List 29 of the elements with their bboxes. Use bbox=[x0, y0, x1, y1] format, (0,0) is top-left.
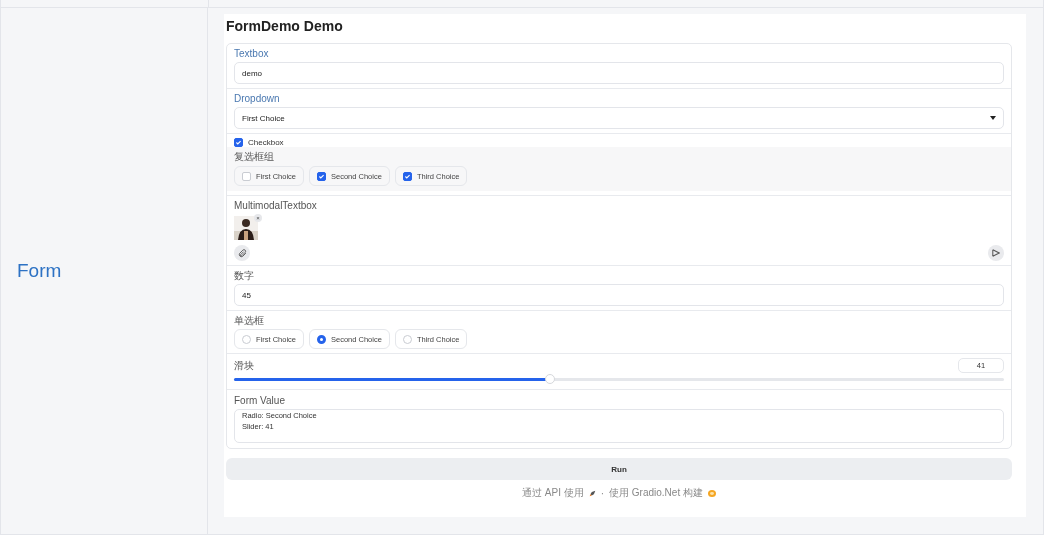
field-label: 复选框组 bbox=[234, 151, 275, 162]
checkbox-label: Checkbox bbox=[248, 138, 284, 147]
send-icon bbox=[992, 249, 1000, 257]
separator: · bbox=[600, 487, 605, 499]
send-button[interactable] bbox=[988, 245, 1004, 261]
checkbox[interactable] bbox=[402, 171, 412, 181]
rocket-icon bbox=[588, 489, 596, 497]
dropdown[interactable]: First Choice bbox=[234, 107, 1004, 129]
run-button[interactable]: Run bbox=[226, 458, 1012, 480]
number-field[interactable]: 45 bbox=[234, 284, 1004, 306]
built-with-link[interactable]: 使用 Gradio.Net 构建 bbox=[609, 486, 703, 500]
api-link[interactable]: 通过 API 使用 bbox=[522, 486, 584, 500]
field-label: 数字 bbox=[234, 270, 255, 281]
checkbox[interactable] bbox=[317, 171, 326, 181]
field-label: 单选框 bbox=[234, 315, 265, 326]
logo-icon bbox=[707, 489, 716, 497]
text-field[interactable]: demo bbox=[234, 62, 1004, 84]
paperclip-icon bbox=[237, 248, 247, 258]
caret-icon bbox=[990, 116, 996, 120]
field-label: MultimodalTextbox bbox=[234, 200, 318, 211]
field-label: Form Value bbox=[234, 395, 286, 406]
slider-thumb[interactable] bbox=[544, 374, 555, 384]
radio-button[interactable] bbox=[317, 334, 326, 344]
row-label: Form bbox=[17, 260, 62, 282]
attach-button[interactable] bbox=[234, 245, 250, 261]
field-label: 滑块 bbox=[234, 360, 254, 371]
field-label: Dropdown bbox=[234, 93, 281, 104]
demo-title: FormDemo Demo bbox=[226, 18, 344, 34]
field-label: Textbox bbox=[234, 48, 270, 59]
